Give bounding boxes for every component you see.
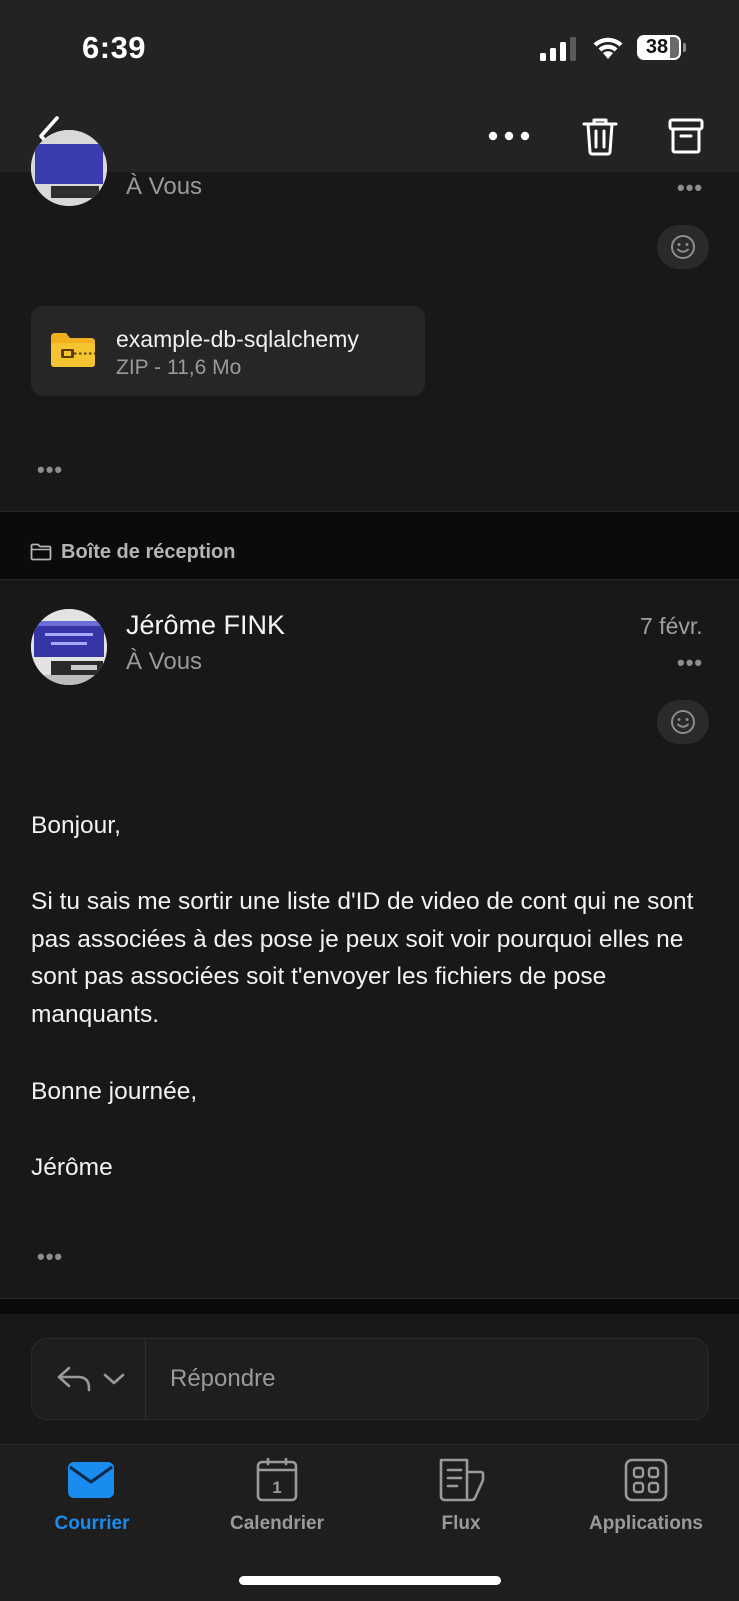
recipient-label: À Vous xyxy=(126,173,203,200)
smiley-icon xyxy=(671,235,695,259)
recipient-label: À Vous xyxy=(126,648,203,675)
chevron-down-icon xyxy=(103,1373,125,1385)
status-bar: 6:39 38 xyxy=(0,0,739,100)
reply-options-button[interactable] xyxy=(46,1357,136,1401)
home-indicator[interactable] xyxy=(239,1576,501,1585)
show-quoted-button[interactable]: ••• xyxy=(37,1244,63,1270)
attachment-name: example-db-sqlalchemy xyxy=(116,326,359,352)
cellular-signal-icon xyxy=(540,37,576,61)
folder-label: Boîte de réception xyxy=(61,541,236,563)
sender-avatar[interactable] xyxy=(31,609,107,685)
tab-calendar[interactable]: 1 xyxy=(254,1456,300,1504)
tab-apps[interactable] xyxy=(622,1456,670,1504)
tab-feed[interactable] xyxy=(436,1456,488,1504)
feed-icon xyxy=(439,1458,485,1502)
avatar-image xyxy=(31,130,107,206)
sender-name: Jérôme FINK xyxy=(126,610,286,640)
wifi-icon xyxy=(593,37,623,59)
more-options-button[interactable] xyxy=(484,112,534,160)
calendar-day: 1 xyxy=(272,1478,281,1497)
delete-button[interactable] xyxy=(577,108,623,164)
message-more-button[interactable]: ••• xyxy=(677,175,703,201)
reply-bar: Répondre xyxy=(31,1338,709,1420)
message-more-button[interactable]: ••• xyxy=(677,650,703,676)
attachment-meta: ZIP - 11,6 Mo xyxy=(116,356,242,379)
email-signature: Jérôme xyxy=(31,1154,113,1181)
avatar-image xyxy=(31,609,107,685)
calendar-icon: 1 xyxy=(256,1458,298,1502)
email-paragraph: Si tu sais me sortir une liste d'ID de v… xyxy=(31,888,694,1028)
battery-level: 38 xyxy=(645,36,669,58)
message-toolbar xyxy=(0,100,739,172)
reply-arrow-icon xyxy=(57,1366,91,1392)
tab-feed-label[interactable]: Flux xyxy=(381,1513,541,1535)
show-quoted-button[interactable]: ••• xyxy=(37,457,63,483)
more-horizontal-icon xyxy=(488,131,530,141)
trash-icon xyxy=(582,118,618,156)
archive-button[interactable] xyxy=(663,108,709,164)
tab-mail[interactable] xyxy=(66,1458,116,1502)
apps-grid-icon xyxy=(624,1458,668,1502)
divider xyxy=(145,1339,146,1419)
attachment-card[interactable]: example-db-sqlalchemy ZIP - 11,6 Mo xyxy=(31,306,425,396)
email-closing: Bonne journée, xyxy=(31,1078,198,1105)
reaction-button[interactable] xyxy=(657,700,709,744)
avatar[interactable] xyxy=(31,130,107,206)
battery-indicator: 38 xyxy=(637,35,687,60)
tab-calendar-label[interactable]: Calendrier xyxy=(197,1513,357,1535)
tab-mail-label[interactable]: Courrier xyxy=(12,1513,172,1535)
email-greeting: Bonjour, xyxy=(31,812,121,839)
status-time: 6:39 xyxy=(82,30,147,65)
divider xyxy=(0,511,739,528)
smiley-icon xyxy=(671,710,695,734)
mail-icon xyxy=(68,1462,114,1498)
reaction-button[interactable] xyxy=(657,225,709,269)
tab-apps-label[interactable]: Applications xyxy=(566,1513,726,1535)
zip-folder-icon xyxy=(51,333,95,367)
archive-icon xyxy=(668,118,704,154)
message-date: 7 févr. xyxy=(640,613,703,639)
reply-input[interactable]: Répondre xyxy=(170,1365,275,1393)
folder-icon xyxy=(30,543,52,561)
divider xyxy=(0,1298,739,1315)
